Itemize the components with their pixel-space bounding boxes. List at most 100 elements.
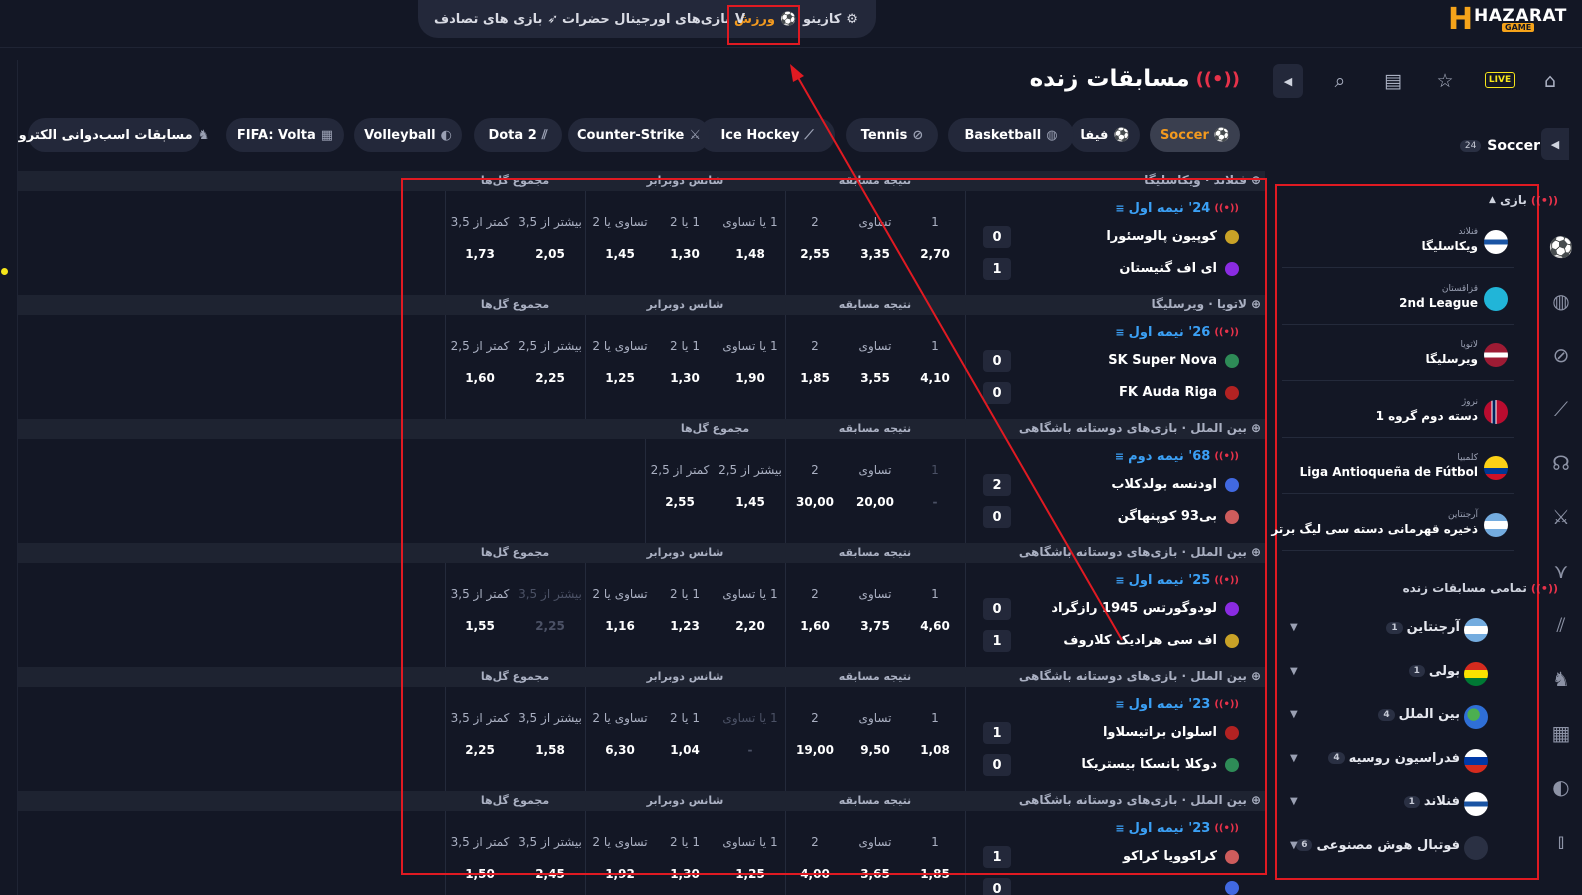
soccer-ball-icon: ⚽ [1213, 127, 1231, 143]
sidebar-league-item[interactable]: کلمبیا Liga Antioqueña de Fútbol [1282, 440, 1514, 494]
hockey-icon: ⟋ [804, 127, 814, 143]
tennis-icon: ⊘ [912, 127, 924, 143]
racing-flag-rail-icon[interactable]: ▦ [1546, 718, 1576, 748]
sidebar-league-item[interactable]: لاتویا ویرسلیگا [1282, 327, 1514, 381]
collapse-menu-button[interactable]: ◀ [1541, 128, 1569, 160]
flag-icon [1484, 230, 1508, 254]
flag-icon [1464, 792, 1488, 816]
count-badge: 4 [1378, 708, 1395, 721]
left-panel-edge [0, 60, 18, 895]
betslip-icon[interactable]: ▤ [1376, 64, 1410, 98]
notification-dot [1, 268, 8, 275]
sport-tab[interactable]: Soccer ⚽ [1150, 118, 1240, 152]
score-away: 0 [983, 878, 1011, 895]
games-section-header: ((•)) بازی ▲ [1489, 193, 1558, 207]
team-logo-icon [1225, 881, 1239, 895]
basketball-rail-icon[interactable]: ◍ [1546, 286, 1576, 316]
chevron-down-icon[interactable]: ▼ [1290, 753, 1298, 764]
rocket-icon: ➶ [547, 11, 559, 27]
annotation-box-sports-tab [727, 5, 800, 45]
live-signal-icon: ((•)) [1530, 193, 1558, 207]
chevron-down-icon[interactable]: ▼ [1290, 666, 1298, 677]
flag-icon [1484, 456, 1508, 480]
sidebar-league-item[interactable]: فنلاند ویکاسلیگا [1282, 214, 1514, 268]
flag-icon [1484, 343, 1508, 367]
sport-tab[interactable]: Volleyball ◐ [354, 118, 462, 152]
topnav-crash-games[interactable]: ➶ بازی های تصادف [434, 8, 558, 30]
sport-tab[interactable]: Tennis ⊘ [846, 118, 938, 152]
live-signal-icon: ((•)) [1530, 581, 1558, 595]
flag-icon [1464, 748, 1488, 773]
dota-icon: ⫽ [541, 127, 548, 143]
chevron-down-icon[interactable]: ▼ [1290, 840, 1298, 851]
horse-racing-icon: ♞ [197, 127, 210, 143]
flag-icon [1484, 512, 1508, 537]
flag-icon [1484, 286, 1508, 311]
flag-icon [1464, 835, 1488, 860]
horse-rail-icon[interactable]: ♞ [1546, 664, 1576, 694]
search-icon[interactable]: ⌕ [1323, 64, 1357, 98]
collapse-sidebar-button[interactable]: ◀ [1273, 64, 1303, 98]
live-signal-icon: ((•)) [1195, 68, 1240, 90]
chevron-down-icon[interactable]: ▼ [1290, 796, 1298, 807]
all-live-section-header: ((•)) تمامی مسابقات زنده [1402, 581, 1558, 595]
sidebar-country-item[interactable]: آرجنتاین 1 ▼ [1282, 612, 1514, 648]
chevron-left-icon: ◀ [1550, 137, 1560, 151]
topnav-original-games[interactable]: V بازی‌های اورجینال حضرات [562, 8, 745, 30]
topnav-casino[interactable]: ⚙ کازینو [803, 8, 858, 30]
sport-tab[interactable]: FIFA: Volta ▦ [226, 118, 344, 152]
count-badge: 1 [1386, 621, 1403, 634]
chevron-down-icon[interactable]: ▼ [1290, 709, 1298, 720]
basketball-icon: ◍ [1046, 127, 1058, 143]
home-icon[interactable]: ⌂ [1533, 64, 1567, 98]
sidebar-country-item[interactable]: بین الملل 4 ▼ [1282, 699, 1514, 735]
more-sports-rail-icon[interactable]: ⫾ [1546, 826, 1576, 856]
live-badge-icon[interactable]: LIVE [1485, 72, 1515, 88]
volleyball-rail-icon[interactable]: ◐ [1546, 772, 1576, 802]
star-icon[interactable]: ☆ [1428, 64, 1462, 98]
fifa-icon: ⚽ [1113, 127, 1130, 143]
sport-tabs: Soccer ⚽ فیفا ⚽ Basketball ◍ Tennis ⊘ Ic… [19, 118, 1256, 154]
sports-icon-rail: ⚽ ◍ ⊘ ⟋ ☊ ⚔ ⋎ ⫽ ♞ ▦ ◐ ⫾ [1540, 210, 1582, 895]
dota-2-rail-icon[interactable]: ⫽ [1546, 610, 1576, 640]
chevron-left-icon: ◀ [1283, 74, 1293, 88]
counter-strike-rail-icon[interactable]: ⚔ [1546, 502, 1576, 532]
sidebar-country-item[interactable]: فوتبال هوش مصنوعی 6 ▼ [1282, 830, 1514, 866]
sport-tab[interactable]: Dota 2 ⫽ [474, 118, 562, 152]
fifa-volta-icon: ▦ [320, 127, 334, 143]
sport-tab[interactable]: فیفا ⚽ [1070, 118, 1140, 152]
sport-tab[interactable]: Ice Hockey ⟋ [699, 118, 835, 152]
flag-icon [1464, 661, 1488, 686]
hockey-rail-icon[interactable]: ⟋ [1546, 394, 1576, 424]
count-badge: 1 [1403, 795, 1420, 808]
sidebar-country-item[interactable]: فدراسیون روسیه 4 ▼ [1282, 743, 1514, 779]
team-away[interactable] [1217, 881, 1239, 895]
annotation-box-matches [401, 178, 1267, 875]
chevron-down-icon[interactable]: ▼ [1290, 622, 1298, 633]
sport-tab[interactable]: Counter-Strike ⚔ [568, 118, 710, 152]
sidebar-league-item[interactable]: آرجنتاین ذخیره قهرمانی دسته سی لیگ برتر [1271, 497, 1514, 551]
chevron-up-icon: ▲ [1489, 195, 1496, 205]
count-badge: 6 [1296, 839, 1313, 851]
sidebar-country-item[interactable]: بولی 1 ▼ [1282, 656, 1514, 692]
sidebar-league-item[interactable]: نروژ دسته دوم گروه 1 [1282, 384, 1514, 438]
page-title: ((•)) مسابقات زنده [1029, 66, 1240, 92]
casino-chip-icon: ⚙ [846, 11, 858, 27]
sport-tab[interactable]: مسابقات اسب‌دوانی الکترو ♞ [19, 118, 209, 152]
count-badge: 1 [1408, 665, 1425, 677]
esports-rail-icon[interactable]: ☊ [1546, 448, 1576, 478]
sidebar-country-item[interactable]: فنلاند 1 ▼ [1282, 786, 1514, 822]
flag-icon [1464, 618, 1488, 642]
sidebar-league-item[interactable]: قزاقستان 2nd League [1282, 271, 1514, 325]
tennis-rail-icon[interactable]: ⊘ [1546, 340, 1576, 370]
volleyball-icon: ◐ [440, 127, 452, 143]
sport-count-badge: 24 [1459, 140, 1482, 152]
cs-icon: ⚔ [689, 127, 702, 143]
flag-icon [1464, 705, 1488, 729]
top-navigation: ⚙ کازینو ⚽ ورزش V بازی‌های اورجینال حضرا… [418, 0, 876, 38]
sidebar-sport-header[interactable]: Soccer 24 [1459, 134, 1540, 158]
site-logo[interactable]: H HAZARAT GAME [1448, 4, 1568, 35]
sport-tab[interactable]: Basketball ◍ [948, 118, 1074, 152]
soccer-rail-icon[interactable]: ⚽ [1546, 232, 1576, 262]
flag-icon [1484, 399, 1508, 424]
